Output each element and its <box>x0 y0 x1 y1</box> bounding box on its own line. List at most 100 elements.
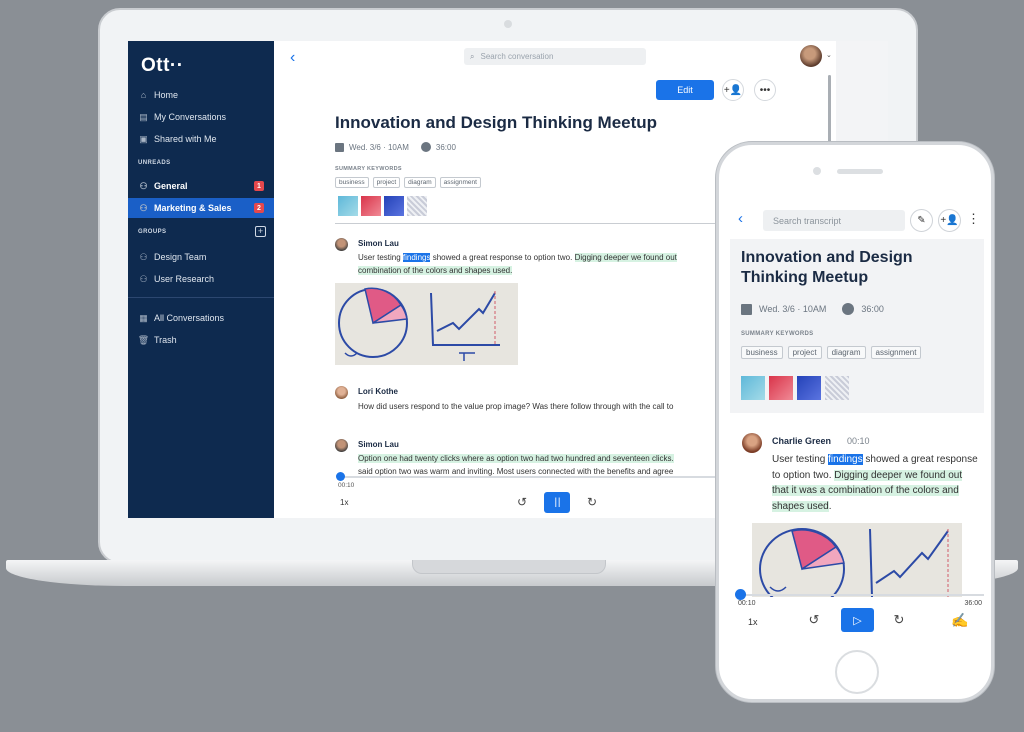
add-person-icon: +👤 <box>940 215 959 226</box>
keyword-tag[interactable]: business <box>741 346 783 359</box>
calendar-icon <box>335 142 344 152</box>
thumbnail-image[interactable] <box>797 376 821 400</box>
edit-button[interactable]: Edit <box>656 80 714 100</box>
transcript-line[interactable]: How did users respond to the value prop … <box>358 400 673 413</box>
avatar <box>335 386 348 399</box>
shared-icon: ▣ <box>139 133 148 144</box>
clock-icon <box>420 142 431 152</box>
sidebar-item-my-conversations[interactable]: ▤ My Conversations <box>128 107 274 127</box>
speaker-timestamp[interactable]: 00:10 <box>847 436 870 446</box>
sidebar-divider <box>128 297 274 298</box>
highlighted-text: Option one had twenty clicks where as op… <box>358 454 674 463</box>
transcript-line[interactable]: combination of the colors and shapes use… <box>358 264 513 277</box>
phone-frame: ‹ Search transcript ✎ +👤 ⋮ Innovation an… <box>716 142 994 702</box>
sidebar-item-label: Home <box>154 90 179 100</box>
search-placeholder: Search transcript <box>773 215 842 226</box>
transcript-paragraph[interactable]: User testing findings showed a great res… <box>772 452 978 514</box>
scrollbar-thumb[interactable] <box>828 75 831 145</box>
home-button[interactable] <box>835 650 879 694</box>
rewind-button[interactable]: ↺ <box>514 494 530 510</box>
transcript-line[interactable]: Option one had twenty clicks where as op… <box>358 452 674 465</box>
conversation-date: Wed. 3/6 · 10AM <box>759 304 827 314</box>
thumbnail-image[interactable] <box>407 196 427 216</box>
app-logo[interactable]: Ott·· <box>141 55 184 77</box>
search-input[interactable]: Search transcript <box>763 210 905 231</box>
page-title: Innovation and Design Thinking Meetup <box>335 113 658 132</box>
total-time: 36:00 <box>964 600 982 607</box>
chevron-down-icon[interactable]: ⌄ <box>826 51 832 59</box>
sidebar-item-design-team[interactable]: ⚇ Design Team <box>128 247 274 267</box>
play-icon: ▷ <box>853 614 862 627</box>
play-button[interactable]: ▷ <box>841 608 874 632</box>
speaker-name: Charlie Green <box>772 436 832 446</box>
thumbnail-image[interactable] <box>338 196 358 216</box>
add-person-icon: +👤 <box>723 84 743 96</box>
conversation-meta: Wed. 3/6 · 10AM 36:00 <box>741 303 884 315</box>
highlighted-keyword[interactable]: findings <box>828 454 863 465</box>
progress-handle[interactable] <box>336 472 345 481</box>
speaker-name: Simon Lau <box>358 239 399 248</box>
rewind-button[interactable]: ↺ <box>805 611 823 629</box>
search-icon: ⌕ <box>470 51 475 61</box>
avatar[interactable] <box>800 45 822 67</box>
page-title: Innovation and Design Thinking Meetup <box>741 249 913 286</box>
sidebar-item-general[interactable]: ⚇ General 1 <box>128 176 274 196</box>
more-button[interactable]: ••• <box>754 79 776 101</box>
back-chevron-icon[interactable]: ‹ <box>290 49 295 67</box>
forward-button[interactable]: ↻ <box>890 611 908 629</box>
keyword-tag[interactable]: project <box>787 346 822 359</box>
add-person-button[interactable]: +👤 <box>938 209 961 232</box>
thumbnail-image[interactable] <box>769 376 793 400</box>
highlighter-icon[interactable]: ✍ <box>951 612 968 629</box>
playback-speed-button[interactable]: 1x <box>748 617 758 627</box>
sidebar-item-label: User Research <box>154 274 215 284</box>
pause-button[interactable]: | | <box>544 492 570 513</box>
sidebar-item-marketing-sales[interactable]: ⚇ Marketing & Sales 2 <box>128 198 274 218</box>
conversations-icon: ▤ <box>139 111 148 122</box>
more-vertical-icon[interactable]: ⋮ <box>967 211 980 227</box>
unread-badge: 2 <box>254 203 264 213</box>
unreads-heading: UNREADS <box>138 160 171 166</box>
whiteboard-image[interactable] <box>335 283 518 365</box>
calendar-icon <box>741 303 752 315</box>
keyword-list: business project diagram assignment <box>741 346 926 359</box>
progress-handle[interactable] <box>735 589 746 600</box>
current-time: 00:10 <box>738 600 756 607</box>
clock-icon <box>842 303 855 315</box>
phone-speaker <box>837 169 883 174</box>
sidebar-item-trash[interactable]: 🗑 Trash <box>128 330 274 350</box>
keyword-tag[interactable]: project <box>372 177 401 188</box>
sidebar-item-all-conversations[interactable]: ▦ All Conversations <box>128 308 274 328</box>
thumbnail-image[interactable] <box>361 196 381 216</box>
sidebar-item-label: My Conversations <box>154 112 227 122</box>
search-input[interactable]: ⌕ Search conversation <box>464 48 646 65</box>
edit-button[interactable]: ✎ <box>910 209 933 232</box>
keyword-tag[interactable]: business <box>335 177 369 188</box>
progress-track[interactable] <box>738 594 984 596</box>
whiteboard-image[interactable] <box>752 523 962 597</box>
sidebar-item-shared-with-me[interactable]: ▣ Shared with Me <box>128 129 274 149</box>
sidebar-item-label: General <box>154 181 188 191</box>
thumbnail-image[interactable] <box>741 376 765 400</box>
playback-speed-button[interactable]: 1x <box>340 498 348 507</box>
back-chevron-icon[interactable]: ‹ <box>738 210 743 227</box>
group-icon: ⚇ <box>139 273 148 284</box>
forward-button[interactable]: ↻ <box>584 494 600 510</box>
keyword-tag[interactable]: assignment <box>439 177 481 188</box>
add-group-button[interactable]: + <box>255 226 266 237</box>
conversation-duration: 36:00 <box>435 142 456 152</box>
thumbnail-image[interactable] <box>384 196 404 216</box>
avatar <box>742 433 762 453</box>
keyword-tag[interactable]: assignment <box>870 346 922 359</box>
keyword-tag[interactable]: diagram <box>826 346 866 359</box>
transcript-line[interactable]: User testing findings showed a great res… <box>358 251 677 264</box>
sidebar-item-home[interactable]: ⌂ Home <box>128 85 274 105</box>
add-person-button[interactable]: +👤 <box>722 79 744 101</box>
sidebar-item-user-research[interactable]: ⚇ User Research <box>128 269 274 289</box>
conversation-meta: Wed. 3/6 · 10AM 36:00 <box>335 142 456 152</box>
sidebar-item-label: Design Team <box>154 252 207 262</box>
keyword-tag[interactable]: diagram <box>404 177 436 188</box>
rewind-icon: ↺ <box>808 612 820 627</box>
thumbnail-image[interactable] <box>825 376 849 400</box>
highlighted-keyword[interactable]: findings <box>402 253 431 262</box>
